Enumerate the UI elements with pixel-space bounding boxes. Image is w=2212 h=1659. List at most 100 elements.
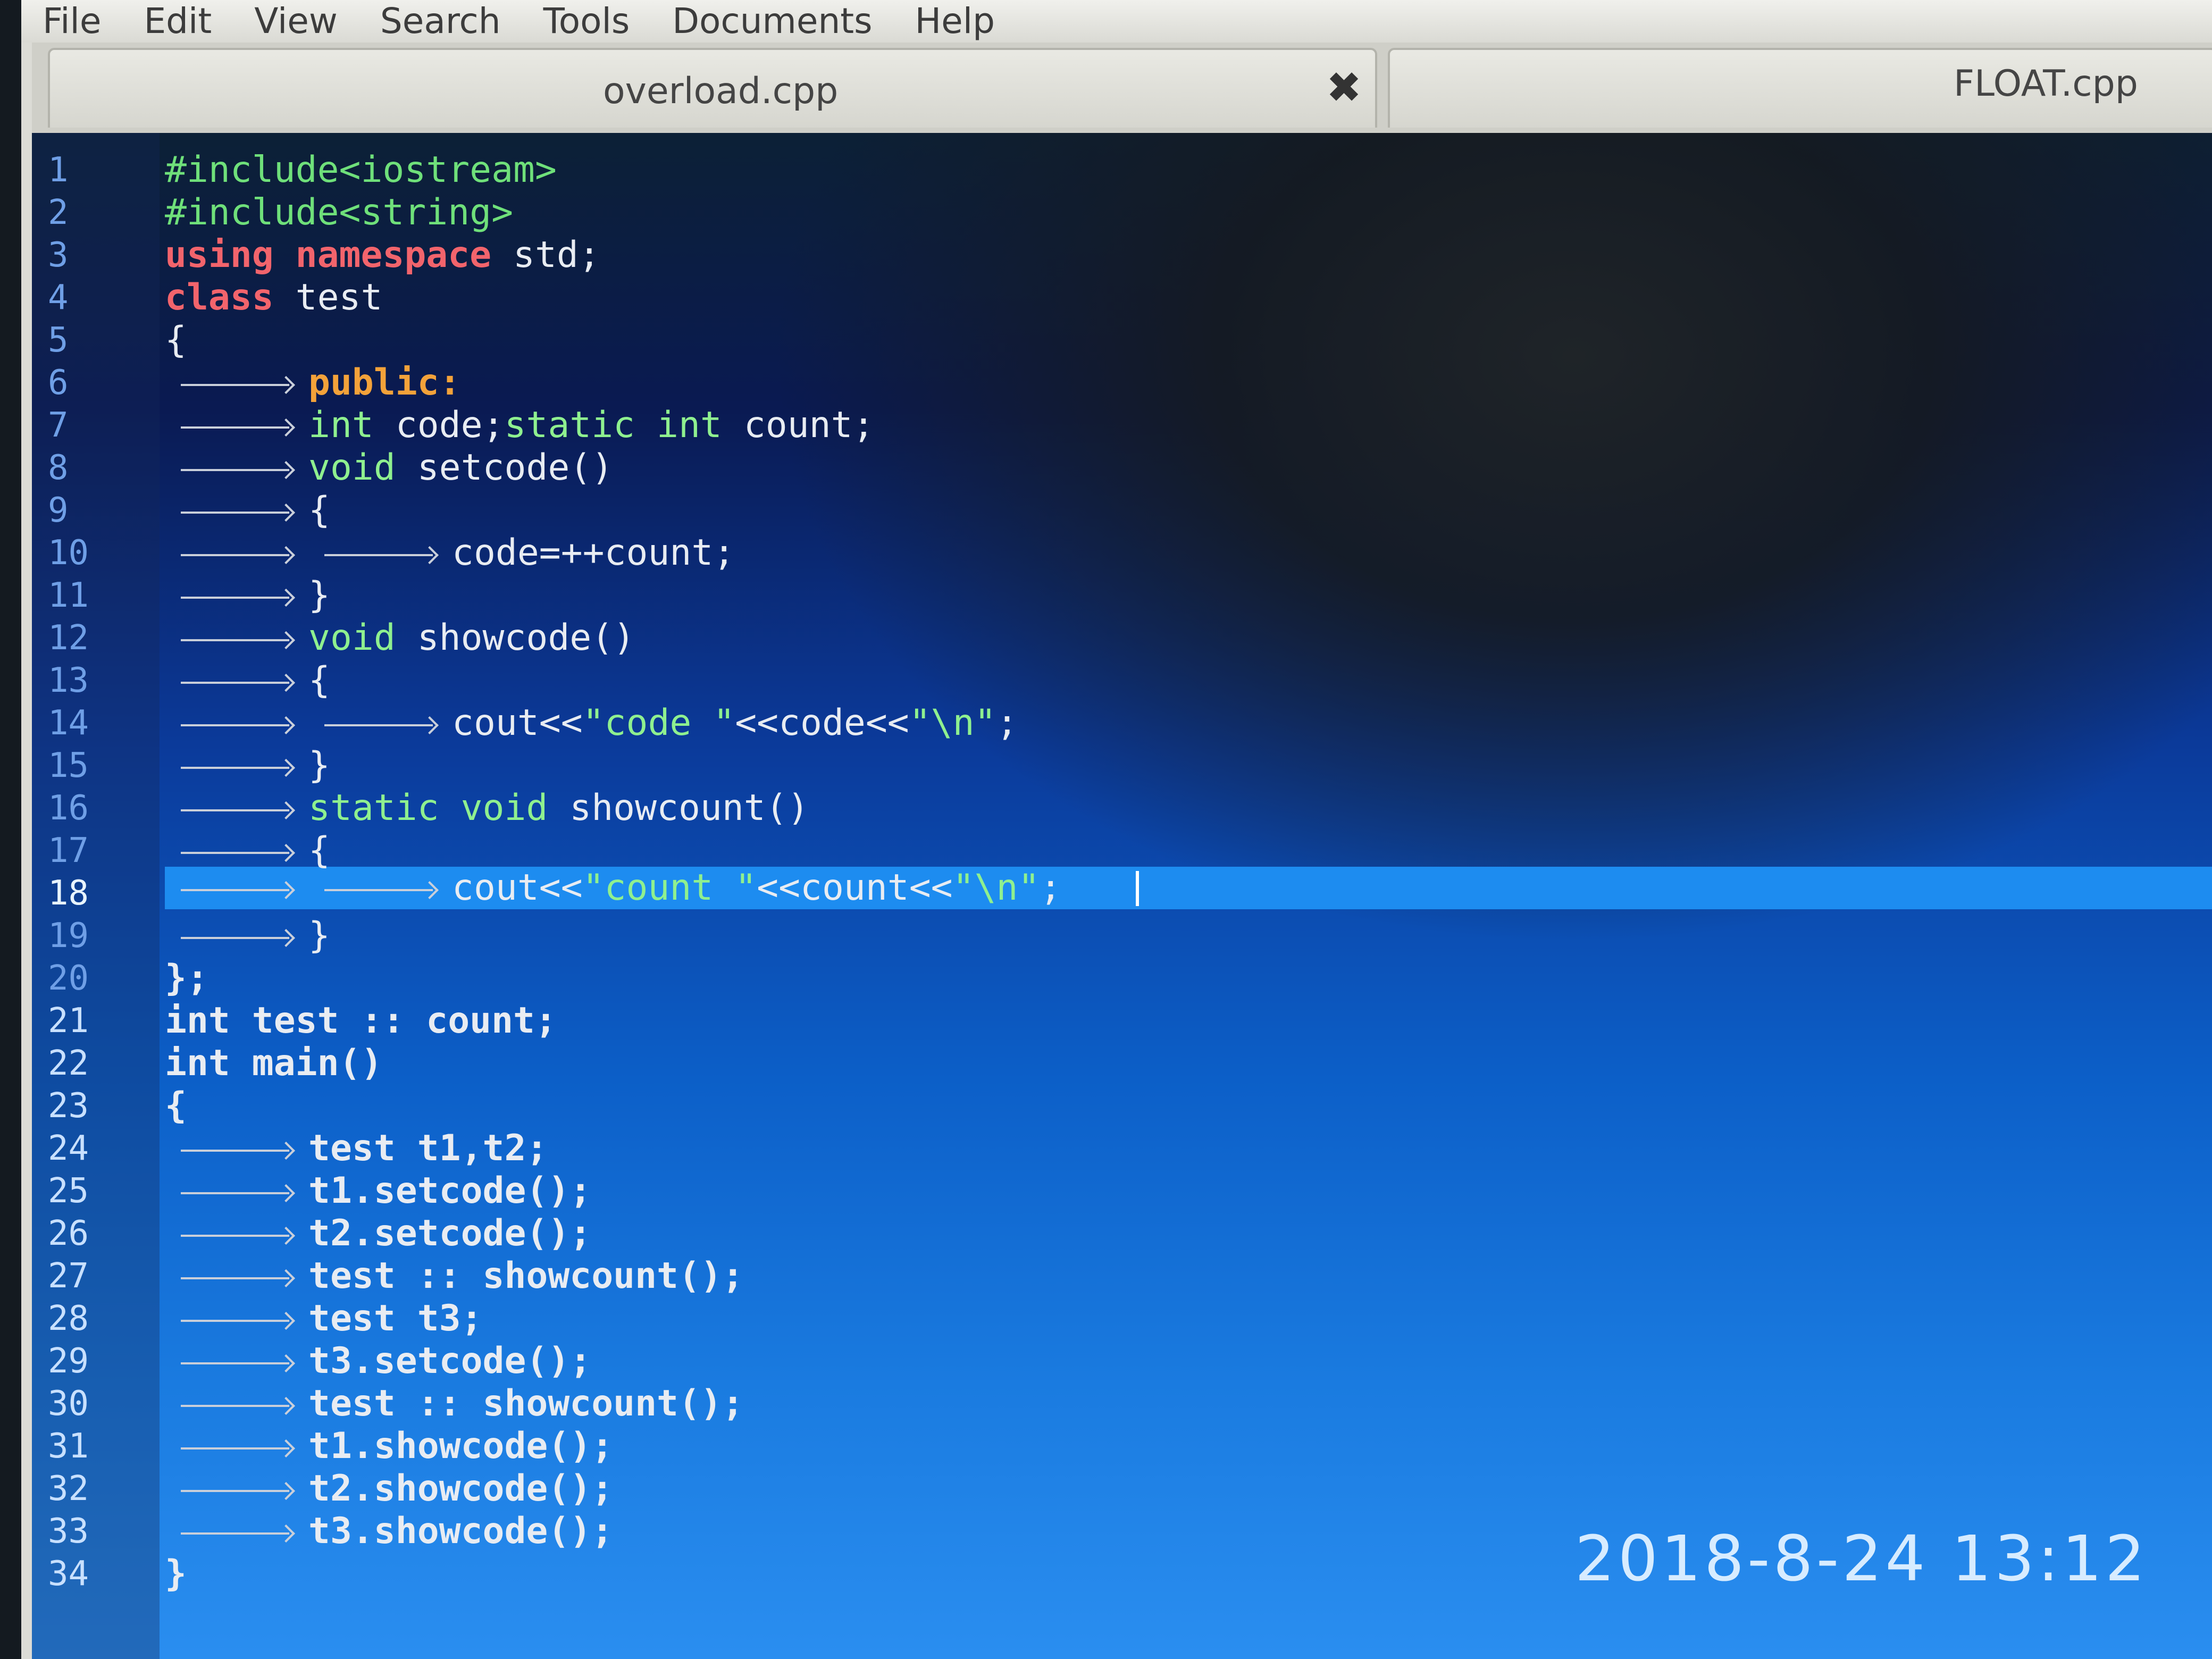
line-number: 25 (48, 1171, 89, 1211)
code-line: t3.showcode(); (165, 1510, 613, 1553)
code-text: ; (996, 702, 1018, 744)
code-text: } (165, 1553, 187, 1595)
tab-label: overload.cpp (603, 70, 839, 112)
menu-search[interactable]: Search (380, 0, 501, 43)
line-number: 23 (48, 1086, 89, 1126)
photo-timestamp: 2018-8-24 13:12 (1574, 1522, 2148, 1595)
line-number: 22 (48, 1044, 89, 1083)
code-line: { (165, 319, 187, 362)
tab-arrow-icon (165, 1340, 308, 1382)
tab-float[interactable]: FLOAT.cpp (1388, 48, 2212, 128)
code-line: int code;static int count; (165, 404, 874, 447)
tab-arrow-icon (165, 915, 308, 957)
code-text: <<code<< (735, 702, 909, 744)
string-literal: "code " (582, 702, 735, 744)
tab-arrow-icon (165, 574, 308, 617)
menu-bar: File Edit View Search Tools Documents He… (21, 0, 2212, 43)
code-line: t1.showcode(); (165, 1425, 613, 1468)
close-icon[interactable]: ✖ (1326, 63, 1362, 112)
code-text: test t1,t2; (308, 1127, 548, 1169)
line-number: 19 (48, 916, 89, 956)
line-number: 31 (48, 1427, 89, 1466)
code-line: class test (165, 276, 382, 319)
code-text: cout<< (452, 867, 583, 909)
keyword: class (165, 276, 274, 319)
line-number: 3 (48, 236, 69, 275)
line-number: 6 (48, 363, 69, 403)
tab-arrow-icon (165, 1510, 308, 1553)
type-keyword: int (308, 404, 374, 446)
line-number: 24 (48, 1129, 89, 1168)
type-keyword: static void (308, 787, 548, 829)
tab-arrow-icon (165, 447, 308, 489)
code-line: void setcode() (165, 447, 613, 489)
line-number: 13 (48, 661, 89, 700)
code-text: std; (491, 234, 600, 276)
type-keyword: static int (504, 404, 722, 446)
string-literal: "\n" (952, 867, 1040, 909)
code-editor[interactable]: 1 2 3 4 5 6 7 8 9 10 11 12 13 14 15 16 1… (32, 133, 2212, 1659)
line-number: 26 (48, 1214, 89, 1253)
code-line: t2.showcode(); (165, 1468, 613, 1510)
code-line: test t1,t2; (165, 1127, 548, 1170)
code-line: static void showcount() (165, 787, 809, 830)
tab-arrow-icon (165, 702, 308, 744)
line-number: 33 (48, 1512, 89, 1551)
code-text: test :: showcount(); (308, 1255, 744, 1297)
tab-arrow-icon (165, 362, 308, 404)
code-line: { (165, 489, 330, 532)
tab-arrow-icon (165, 744, 308, 787)
code-line: }; (165, 957, 208, 1000)
code-text: }; (165, 957, 208, 999)
code-line: t1.setcode(); (165, 1170, 591, 1212)
code-text: int main() (165, 1042, 383, 1084)
code-line: int main() (165, 1042, 382, 1085)
code-line: test :: showcount(); (165, 1382, 744, 1425)
tab-arrow-icon (165, 1425, 308, 1468)
code-line: { (165, 659, 330, 702)
code-line: using namespace std; (165, 234, 600, 276)
tab-arrow-icon (165, 659, 308, 702)
line-number: 4 (48, 278, 69, 317)
code-line: test t3; (165, 1297, 483, 1340)
menu-edit[interactable]: Edit (144, 0, 212, 43)
menu-file[interactable]: File (43, 0, 101, 43)
code-text: int test :: count; (165, 1000, 557, 1042)
code-line: #include<iostream> (165, 149, 557, 191)
code-line: code=++count; (165, 532, 735, 574)
code-line: } (165, 574, 330, 617)
tab-arrow-icon (165, 404, 308, 447)
menu-view[interactable]: View (254, 0, 338, 43)
code-line: public: (165, 362, 461, 404)
code-line: t3.setcode(); (165, 1340, 591, 1382)
menu-help[interactable]: Help (915, 0, 995, 43)
code-line: { (165, 1085, 187, 1127)
tab-arrow-icon (165, 1382, 308, 1425)
keyword: using namespace (165, 234, 492, 276)
line-number: 5 (48, 321, 69, 360)
code-text: { (308, 659, 330, 701)
code-text: code=++count; (452, 532, 735, 574)
code-line: } (165, 915, 330, 957)
code-text: t2.showcode(); (308, 1468, 614, 1510)
code-text: showcode() (395, 617, 635, 659)
tab-arrow-icon (165, 830, 308, 872)
line-number: 14 (48, 703, 89, 743)
code-line: #include<string> (165, 191, 513, 234)
line-number: 16 (48, 789, 89, 828)
text-cursor (1136, 871, 1139, 906)
code-text: t3.showcode(); (308, 1510, 614, 1552)
line-number: 18 (48, 874, 89, 913)
menu-tools[interactable]: Tools (543, 0, 630, 43)
line-number: 29 (48, 1342, 89, 1381)
tab-arrow-icon (165, 617, 308, 659)
line-number: 21 (48, 1001, 89, 1041)
line-number: 32 (48, 1469, 89, 1509)
code-text: code; (373, 404, 505, 446)
menu-documents[interactable]: Documents (672, 0, 872, 43)
code-text: { (165, 1085, 187, 1127)
string-literal: "count " (582, 867, 757, 909)
line-number: 9 (48, 491, 69, 530)
line-number: 8 (48, 448, 69, 488)
tab-overload[interactable]: overload.cpp ✖ (48, 48, 1377, 128)
